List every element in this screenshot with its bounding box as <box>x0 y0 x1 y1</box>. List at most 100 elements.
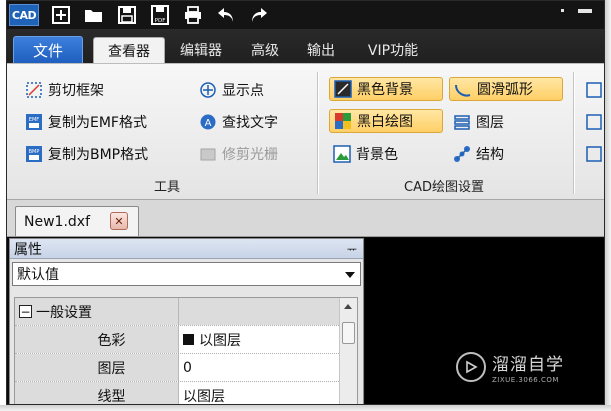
close-icon[interactable]: ✕ <box>110 212 128 230</box>
layers-icon <box>453 113 471 131</box>
property-category-label: 一般设置 <box>36 304 92 321</box>
show-points-button[interactable]: 显示点 <box>195 78 268 102</box>
copy-emf-button[interactable]: EMF 复制为EMF格式 <box>21 110 151 134</box>
window-shadow <box>605 0 611 411</box>
ribbon-panel: 剪切框架 EMF 复制为EMF格式 BMP 复制为BMP格式 显示点 A 查找文… <box>7 63 604 199</box>
group-divider <box>573 72 574 194</box>
property-preset-value: 默认值 <box>17 267 59 283</box>
undo-icon[interactable] <box>215 4 237 26</box>
background-color-label: 背景色 <box>356 147 398 163</box>
ribbon-tab-bar: 文件 查看器 编辑器 高级 输出 VIP功能 <box>7 29 604 63</box>
svg-text:A: A <box>205 118 212 129</box>
save-pdf-icon[interactable]: PDF <box>149 4 171 26</box>
property-name: 线型 <box>97 388 126 405</box>
scroll-up-icon[interactable] <box>344 304 352 309</box>
tab-output[interactable]: 输出 <box>299 37 343 63</box>
overflow-tool-icon[interactable] <box>581 78 604 102</box>
property-category-row[interactable]: − 一般设置 <box>15 298 341 326</box>
group-divider <box>317 72 318 194</box>
copy-bmp-label: 复制为BMP格式 <box>48 147 149 163</box>
property-grid-scrollbar[interactable] <box>339 298 357 404</box>
color-swatch <box>183 334 194 345</box>
chevron-down-icon[interactable] <box>345 272 355 278</box>
crop-frame-button[interactable]: 剪切框架 <box>21 78 108 102</box>
app-logo[interactable]: CAD <box>9 4 39 26</box>
property-value[interactable]: 以图层 <box>199 330 241 350</box>
overflow-tool-icon[interactable] <box>581 110 604 134</box>
structure-icon <box>453 145 471 163</box>
structure-button[interactable]: 结构 <box>449 142 508 166</box>
layers-button[interactable]: 图层 <box>449 110 508 134</box>
trim-raster-label: 修剪光栅 <box>222 147 278 163</box>
tab-advanced[interactable]: 高级 <box>243 37 287 63</box>
new-icon[interactable] <box>50 4 72 26</box>
redo-icon[interactable] <box>248 4 270 26</box>
tab-file[interactable]: 文件 <box>13 36 83 63</box>
minimize-icon[interactable] <box>578 9 592 13</box>
document-tab-label: New1.dxf <box>24 213 90 230</box>
open-icon[interactable] <box>83 4 105 26</box>
copy-bmp-icon: BMP <box>25 145 43 163</box>
scroll-thumb[interactable] <box>342 322 355 344</box>
watermark: 溜溜自学 ZIXUE.3066.COM <box>456 346 576 388</box>
document-tab-bar: New1.dxf ✕ <box>7 199 604 237</box>
collapse-icon[interactable]: − <box>19 305 32 318</box>
find-text-button[interactable]: A 查找文字 <box>195 110 282 134</box>
copy-emf-icon: EMF <box>25 113 43 131</box>
pin-icon[interactable]: ᅲ <box>347 241 357 257</box>
property-row-linetype[interactable]: 线型 以图层 <box>15 382 341 405</box>
bw-drawing-label: 黑白绘图 <box>357 114 413 130</box>
tab-vip[interactable]: VIP功能 <box>355 37 431 63</box>
background-color-icon <box>333 145 351 163</box>
save-icon[interactable] <box>116 4 138 26</box>
app-window: CAD PDF 文件 查看器 编辑器 高级 输出 VIP功能 剪切框架 EMF … <box>6 0 605 405</box>
black-background-icon <box>334 80 352 98</box>
show-points-icon <box>199 81 217 99</box>
window-shadow <box>0 405 611 411</box>
watermark-subtitle: ZIXUE.3066.COM <box>492 376 559 384</box>
find-text-icon: A <box>199 113 217 131</box>
tools-group-label: 工具 <box>153 180 180 195</box>
structure-label: 结构 <box>476 147 504 163</box>
properties-title: 属性 <box>14 241 42 258</box>
quick-access-toolbar: CAD PDF <box>7 1 604 29</box>
property-name: 图层 <box>97 360 126 377</box>
property-row-layer[interactable]: 图层 0 <box>15 354 341 382</box>
layers-label: 图层 <box>476 115 504 131</box>
crop-frame-icon <box>25 81 43 99</box>
properties-panel-header: 属性 ᅲ <box>10 239 363 259</box>
bmp-badge: BMP <box>29 149 40 155</box>
smooth-arc-label: 圆滑弧形 <box>477 82 533 98</box>
emf-badge: EMF <box>29 117 39 123</box>
cad-settings-group-label: CAD绘图设置 <box>404 180 484 195</box>
smooth-arc-toggle[interactable]: 圆滑弧形 <box>449 77 563 101</box>
find-text-label: 查找文字 <box>222 115 278 131</box>
properties-panel: 属性 ᅲ 默认值 − 一般设置 色彩 以图层 图层 0 线型 以图层 <box>9 238 364 405</box>
smooth-arc-icon <box>454 80 472 98</box>
black-background-toggle[interactable]: 黑色背景 <box>329 77 443 101</box>
tab-editor[interactable]: 编辑器 <box>171 37 231 63</box>
property-value[interactable]: 以图层 <box>183 386 225 405</box>
property-name: 色彩 <box>97 332 126 349</box>
show-points-label: 显示点 <box>222 83 264 99</box>
copy-bmp-button[interactable]: BMP 复制为BMP格式 <box>21 142 152 166</box>
tab-viewer[interactable]: 查看器 <box>93 37 165 63</box>
document-tab[interactable]: New1.dxf ✕ <box>15 206 139 236</box>
overflow-tool-icon[interactable] <box>581 142 604 166</box>
black-background-label: 黑色背景 <box>357 82 413 98</box>
background-color-button[interactable]: 背景色 <box>329 142 402 166</box>
trim-raster-button[interactable]: 修剪光栅 <box>195 142 282 166</box>
crop-frame-label: 剪切框架 <box>48 83 104 99</box>
trim-raster-icon <box>199 145 217 163</box>
bw-drawing-icon <box>334 112 352 130</box>
pdf-badge: PDF <box>155 18 166 24</box>
watermark-title: 溜溜自学 <box>492 355 564 375</box>
print-icon[interactable] <box>182 4 204 26</box>
play-icon <box>456 352 486 382</box>
property-value[interactable]: 0 <box>183 360 192 376</box>
bw-drawing-toggle[interactable]: 黑白绘图 <box>329 109 443 133</box>
copy-emf-label: 复制为EMF格式 <box>48 115 147 131</box>
property-row-color[interactable]: 色彩 以图层 <box>15 326 341 354</box>
property-preset-select[interactable]: 默认值 <box>12 262 361 286</box>
window-control-icon[interactable] <box>561 9 564 12</box>
